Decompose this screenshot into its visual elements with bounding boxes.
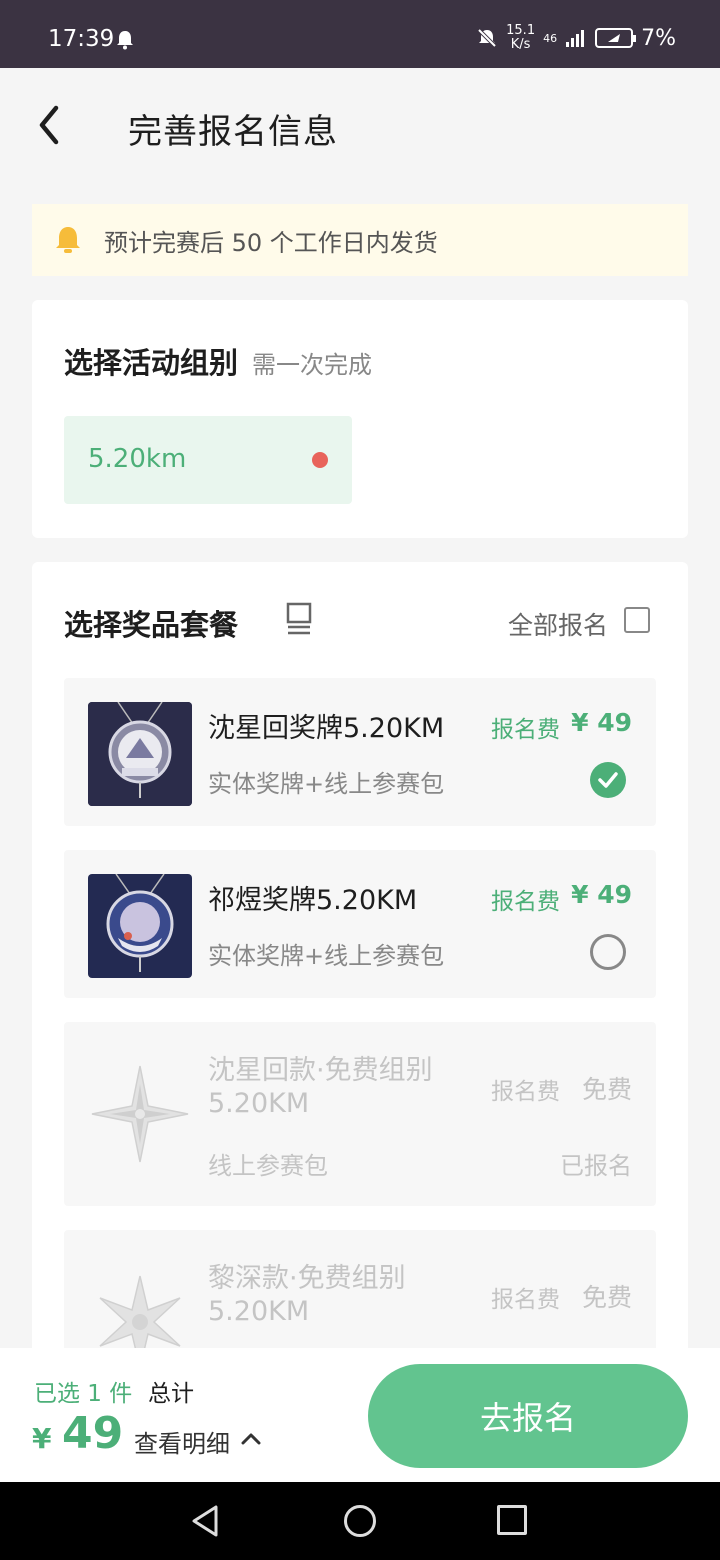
page-title: 完善报名信息 — [128, 112, 338, 152]
group-option-label: 5.20km — [88, 444, 187, 474]
group-subtitle: 需一次完成 — [252, 351, 373, 379]
chevron-up-icon[interactable] — [240, 1430, 262, 1446]
battery-icon — [595, 28, 637, 48]
medal-qiyu-icon — [88, 874, 192, 978]
item-name: 祁煜奖牌5.20KM — [208, 885, 418, 916]
prize-item[interactable]: 沈星回奖牌5.20KM 实体奖牌+线上参赛包 报名费 ¥ 49 — [64, 678, 656, 826]
medal-image — [88, 702, 192, 806]
item-name-line2: 5.20KM — [208, 1296, 310, 1327]
total-price: 49 — [62, 1408, 124, 1459]
item-fee-label: 报名费 — [491, 717, 560, 743]
item-desc: 实体奖牌+线上参赛包 — [208, 942, 445, 970]
item-fee-label: 报名费 — [491, 1287, 560, 1313]
nav-recents-icon[interactable] — [497, 1505, 527, 1535]
selected-count: 已选 1 件 — [34, 1381, 133, 1407]
registered-status: 已报名 — [560, 1152, 632, 1180]
item-fee-label: 报名费 — [491, 1079, 560, 1105]
bell-icon — [56, 227, 80, 253]
group-section-title: 选择活动组别 需一次完成 — [64, 340, 372, 382]
item-price: 免费 — [581, 1075, 632, 1104]
item-name-line1: 黎深款·免费组别 — [208, 1263, 406, 1294]
item-name: 沈星回奖牌5.20KM — [208, 713, 445, 744]
checked-icon[interactable] — [590, 762, 626, 798]
shipping-notice: 预计完赛后 50 个工作日内发货 — [32, 204, 688, 276]
net-speed-value: 15.1 — [506, 23, 536, 38]
battery-percent: 7% — [641, 25, 676, 51]
item-fee-label: 报名费 — [491, 889, 560, 915]
item-name-line2: 5.20KM — [208, 1088, 310, 1119]
item-desc: 实体奖牌+线上参赛包 — [208, 770, 445, 798]
system-nav-bar — [0, 1482, 720, 1560]
status-indicators: 15.1 K/s 46 7% — [476, 24, 676, 52]
compass-star-icon — [91, 1065, 189, 1163]
document-icon[interactable] — [284, 602, 314, 636]
item-price: ¥ 49 — [571, 880, 632, 909]
select-all-label: 全部报名 — [507, 611, 608, 640]
medal-image — [88, 874, 192, 978]
item-price: ¥ 49 — [571, 708, 632, 737]
register-button[interactable]: 去报名 — [368, 1364, 688, 1468]
item-price: 免费 — [581, 1283, 632, 1312]
medal-shenxinghui-icon — [88, 702, 192, 806]
prize-select-card: 选择奖品套餐 全部报名 沈星回奖牌5.20KM 实体奖牌+线上参赛包 报名费 ¥… — [32, 562, 688, 1382]
status-bar: 17:39 15.1 K/s 46 7% — [0, 0, 720, 68]
prize-section-title: 选择奖品套餐 — [64, 608, 239, 642]
signal-icon — [566, 30, 585, 47]
nav-back-icon[interactable] — [190, 1504, 222, 1538]
compass-star-image — [88, 1062, 192, 1166]
mute-icon — [477, 28, 497, 48]
checkout-bar: 已选 1 件 总计 ¥ 49 查看明细 去报名 — [0, 1348, 720, 1482]
notice-text: 预计完赛后 50 个工作日内发货 — [104, 228, 438, 257]
nav-home-icon[interactable] — [343, 1504, 377, 1538]
back-arrow-icon[interactable] — [30, 102, 70, 148]
page-header: 完善报名信息 — [0, 68, 720, 180]
notification-bell-icon — [117, 31, 133, 50]
view-details-link[interactable]: 查看明细 — [134, 1424, 230, 1459]
net-speed: 15.1 K/s — [506, 24, 535, 52]
group-title-text: 选择活动组别 — [64, 346, 239, 380]
prize-item-disabled: 沈星回款·免费组别 5.20KM 线上参赛包 报名费 免费 已报名 — [64, 1022, 656, 1206]
prize-item[interactable]: 祁煜奖牌5.20KM 实体奖牌+线上参赛包 报名费 ¥ 49 — [64, 850, 656, 998]
item-name-line1: 沈星回款·免费组别 — [208, 1055, 433, 1086]
price-currency: ¥ — [32, 1422, 52, 1455]
selected-dot — [312, 452, 328, 468]
select-all-checkbox[interactable] — [624, 607, 650, 633]
group-select-card: 选择活动组别 需一次完成 5.20km — [32, 300, 688, 538]
group-option-5km[interactable]: 5.20km — [64, 416, 352, 504]
net-speed-unit: K/s — [510, 37, 531, 52]
status-time: 17:39 — [48, 26, 115, 52]
network-type: 46 — [543, 31, 558, 45]
item-desc: 线上参赛包 — [208, 1152, 328, 1180]
unchecked-icon[interactable] — [590, 934, 626, 970]
total-label: 总计 — [148, 1381, 194, 1407]
